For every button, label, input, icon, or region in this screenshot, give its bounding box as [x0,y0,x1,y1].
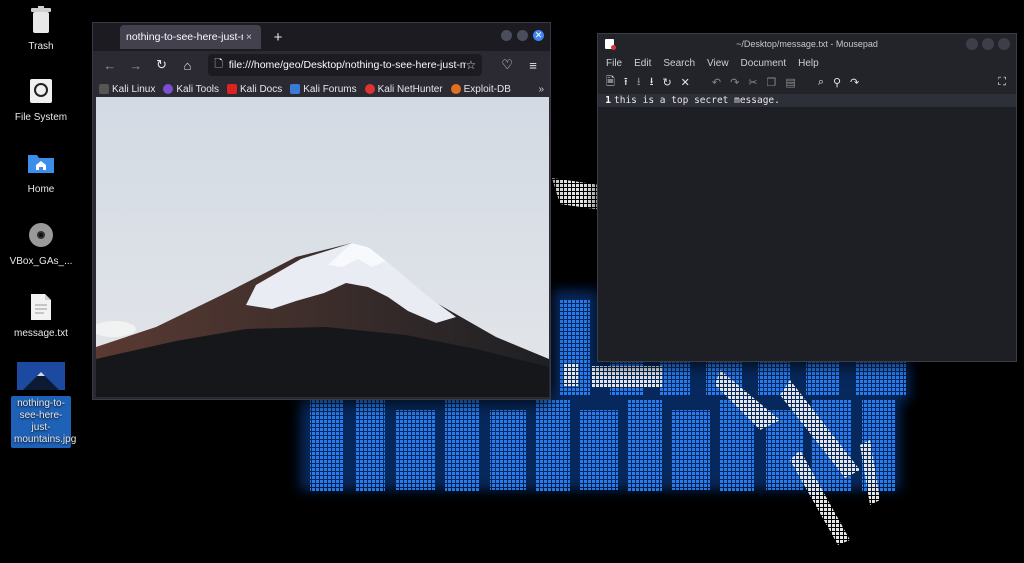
fullscreen-icon[interactable]: ⛶ [998,76,1006,89]
browser-tab[interactable]: nothing-to-see-here-just-mo × [120,25,261,49]
image-file-icon [17,362,65,390]
cut-icon[interactable]: ✂ [748,76,757,89]
new-tab-button[interactable]: + [267,29,289,46]
desktop-icon-label: nothing-to-see-here-just-mountains.jpg [11,396,76,448]
line-number: 1 [605,95,611,106]
forward-arrow-icon[interactable]: → [125,54,147,76]
new-document-icon[interactable]: 🗎 [606,73,615,92]
desktop-icon-label: Trash [28,41,54,52]
undo-icon[interactable]: ↶ [712,76,721,89]
save-icon[interactable]: ⭳ [637,73,641,92]
bookmark-kali-nethunter[interactable]: Kali NetHunter [364,84,443,95]
bookmark-kali-docs[interactable]: Kali Docs [226,84,282,95]
bookmarks-overflow-icon[interactable]: » [538,84,544,95]
drive-icon [26,76,56,106]
url-bar[interactable]: 🗋 file:///home/geo/Desktop/nothing-to-se… [208,54,483,76]
text-editor-window[interactable]: ~/Desktop/message.txt - Mousepad File Ed… [597,33,1017,362]
editor-title-bar: ~/Desktop/message.txt - Mousepad [598,34,1016,54]
mountain-image [96,97,549,397]
find-replace-icon[interactable]: ⚲ [833,76,841,89]
maximize-button[interactable] [982,38,994,50]
window-title: ~/Desktop/message.txt - Mousepad [736,39,878,49]
menu-file[interactable]: File [606,58,622,69]
desktop-icon-message[interactable]: message.txt [8,292,74,340]
desktop-icon-label: VBox_GAs_... [9,256,73,267]
find-icon[interactable]: ⌕ [818,76,824,89]
home-icon[interactable]: ⌂ [176,54,198,76]
menu-help[interactable]: Help [798,58,819,69]
desktop-icon-vbox[interactable]: VBox_GAs_... [8,220,74,268]
menu-document[interactable]: Document [741,58,787,69]
bookmark-kali-linux[interactable]: Kali Linux [99,84,155,95]
docs-icon [226,84,237,94]
pocket-icon[interactable]: ♡ [496,54,518,76]
go-to-line-icon[interactable]: ↷ [850,76,859,89]
file-page-icon: 🗋 [214,58,223,70]
trash-icon [26,5,56,35]
url-text: file:///home/geo/Desktop/nothing-to-see-… [228,59,466,71]
bookmark-kali-tools[interactable]: Kali Tools [163,84,219,95]
tools-icon [163,84,174,94]
paste-icon[interactable]: ▤ [785,76,795,89]
reload-icon[interactable]: ↻ [151,54,173,76]
copy-icon[interactable]: ❐ [767,76,777,89]
close-window-button[interactable]: ✕ [533,30,544,41]
bookmark-kali-forums[interactable]: Kali Forums [290,84,357,95]
kali-dragon-icon [99,84,109,94]
editor-text-area[interactable]: 1 this is a top secret message. [598,94,1016,361]
menu-search[interactable]: Search [663,58,695,69]
editor-menu-bar: File Edit Search View Document Help [598,54,1016,72]
redo-icon[interactable]: ↷ [730,76,739,89]
maximize-button[interactable] [517,30,528,41]
desktop-icon-label: File System [14,112,68,123]
bookmark-exploit-db[interactable]: Exploit-DB [450,84,511,95]
close-document-icon[interactable]: ✕ [681,76,690,89]
reload-icon[interactable]: ↻ [662,76,671,89]
bookmarks-toolbar: Kali Linux Kali Tools Kali Docs Kali For… [93,79,550,99]
mousepad-app-icon [605,39,616,50]
close-window-button[interactable] [998,38,1010,50]
exploit-db-icon [450,84,461,94]
desktop-icon-home[interactable]: Home [8,148,74,196]
browser-nav-bar: ← → ↻ ⌂ 🗋 file:///home/geo/Desktop/nothi… [93,51,550,79]
minimize-button[interactable] [966,38,978,50]
nethunter-icon [364,84,375,94]
desktop-icon-trash[interactable]: Trash [8,5,74,53]
text-file-icon [26,292,56,322]
tab-close-icon[interactable]: × [243,31,255,43]
disc-icon [26,220,56,250]
desktop-icon-label: Home [27,184,55,195]
save-as-icon[interactable]: ⭳ [650,73,654,92]
home-folder-icon [26,148,56,178]
menu-edit[interactable]: Edit [634,58,651,69]
menu-hamburger-icon[interactable]: ≡ [522,54,544,76]
back-arrow-icon[interactable]: ← [99,54,121,76]
line-text: this is a top secret message. [614,95,780,106]
desktop-icon-label: message.txt [14,328,68,339]
bookmark-star-icon[interactable]: ☆ [466,58,477,72]
editor-line: 1 this is a top secret message. [598,94,1016,107]
editor-toolbar: 🗎 ⭱ ⭳ ⭳ ↻ ✕ ↶ ↷ ✂ ❐ ▤ ⌕ ⚲ ↷ ⛶ [598,72,1016,92]
desktop-icon-mountains-jpg[interactable]: nothing-to-see-here-just-mountains.jpg [8,362,76,448]
browser-tab-bar: nothing-to-see-here-just-mo × + ✕ [93,23,550,51]
minimize-button[interactable] [501,30,512,41]
browser-window[interactable]: nothing-to-see-here-just-mo × + ✕ ← → ↻ … [92,22,551,400]
open-file-icon[interactable]: ⭱ [624,73,628,92]
tab-title: nothing-to-see-here-just-mo [126,31,243,43]
menu-view[interactable]: View [707,58,729,69]
forums-icon [290,84,301,94]
desktop-icon-file-system[interactable]: File System [8,76,74,124]
